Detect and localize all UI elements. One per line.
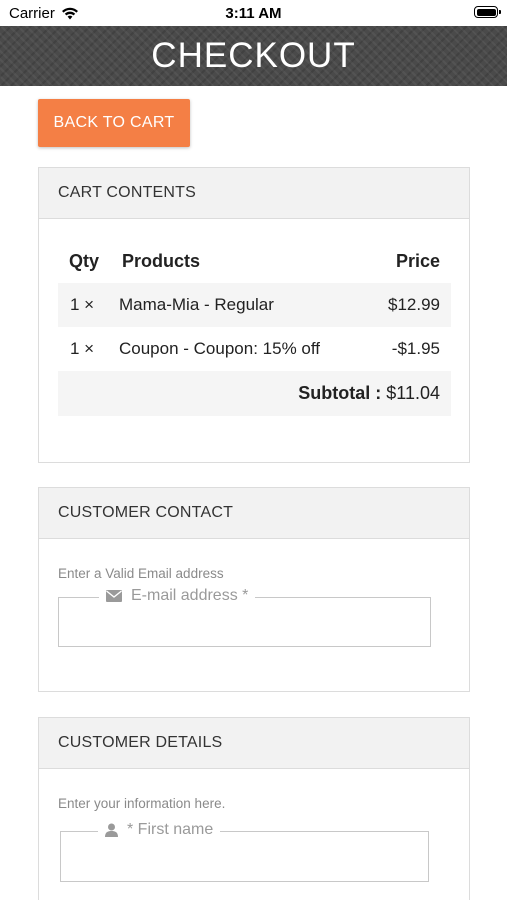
- customer-contact-heading: CUSTOMER CONTACT: [39, 488, 469, 539]
- column-header-products: Products: [122, 250, 201, 271]
- cart-contents-heading: CART CONTENTS: [39, 168, 469, 219]
- customer-contact-panel: CUSTOMER CONTACT Enter a Valid Email add…: [38, 487, 470, 692]
- subtotal-row: Subtotal : $11.04: [58, 371, 451, 416]
- customer-details-panel: CUSTOMER DETAILS Enter your information …: [38, 717, 470, 900]
- item-product: Coupon - Coupon: 15% off: [119, 339, 320, 358]
- page-header: CHECKOUT: [0, 26, 507, 86]
- back-to-cart-button[interactable]: BACK TO CART: [38, 99, 190, 147]
- item-qty: 1 ×: [70, 295, 95, 314]
- email-help-text: Enter a Valid Email address: [58, 566, 224, 581]
- item-price: -$1.95: [391, 339, 440, 358]
- first-name-input[interactable]: [61, 832, 428, 881]
- cart-table-header: Qty Products Price: [58, 239, 451, 283]
- table-row: 1 × Coupon - Coupon: 15% off -$1.95: [58, 327, 451, 371]
- email-input[interactable]: [59, 598, 430, 646]
- column-header-price: Price: [395, 250, 440, 271]
- subtotal-label: Subtotal :: [298, 383, 382, 403]
- item-product: Mama-Mia - Regular: [119, 295, 274, 314]
- email-field[interactable]: E-mail address *: [58, 587, 431, 647]
- table-row: 1 × Mama-Mia - Regular $12.99: [58, 283, 451, 327]
- cart-table: Qty Products Price 1 × Mama-Mia - Regula…: [58, 239, 451, 416]
- item-qty: 1 ×: [70, 339, 95, 358]
- status-time: 3:11 AM: [225, 5, 282, 22]
- item-price: $12.99: [388, 295, 440, 314]
- customer-details-heading: CUSTOMER DETAILS: [39, 718, 469, 769]
- status-bar: Carrier 3:11 AM: [0, 0, 507, 26]
- checkout-screen: Carrier 3:11 AM CHECKOUT BACK TO CART CA…: [0, 0, 507, 900]
- details-help-text: Enter your information here.: [58, 796, 226, 811]
- first-name-field[interactable]: * First name: [60, 821, 429, 882]
- column-header-qty: Qty: [69, 250, 100, 271]
- battery-icon: [474, 6, 501, 18]
- subtotal: Subtotal : $11.04: [298, 383, 440, 404]
- subtotal-value: $11.04: [386, 383, 440, 403]
- page-title: CHECKOUT: [151, 36, 356, 75]
- cart-contents-panel: CART CONTENTS Qty Products Price 1 × Mam…: [38, 167, 470, 463]
